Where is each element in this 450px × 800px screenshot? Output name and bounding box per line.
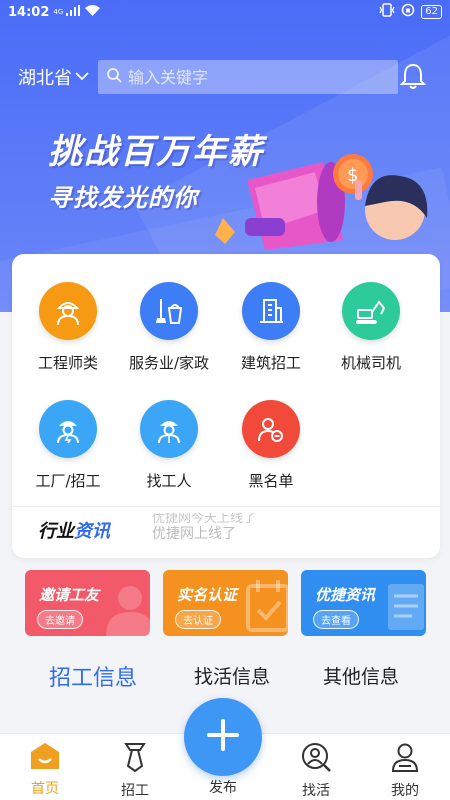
nav-home[interactable]: 首页 [15,742,75,798]
worker-icon [39,282,97,340]
category-engineer[interactable]: 工程师类 [15,282,121,373]
publish-label: 发布 [209,780,237,796]
header-bar: 湖北省 [0,58,450,96]
promo-button[interactable]: 去认证 [175,610,221,629]
province-label: 湖北省 [18,68,72,89]
info-tabs: 招工信息 找活信息 其他信息 [0,656,450,696]
signal-icon [66,4,81,20]
invite-decoration [106,586,150,636]
search-person-icon [300,743,332,776]
category-machinery[interactable]: 机械司机 [318,282,424,373]
promo-verify[interactable]: 实名认证 去认证 [163,570,288,636]
news-title-part1: 行业 [38,521,74,542]
search-input[interactable] [128,67,378,87]
vibrate-icon [379,3,395,21]
nav-find-work[interactable]: 找活 [286,742,346,800]
banner-subtitle: 寻找发光的你 [48,184,198,212]
category-blacklist[interactable]: 黑名单 [218,400,324,491]
status-bar: 14:02 4G 62 [0,0,450,24]
tie-icon [120,743,150,776]
alarm-icon [401,3,415,21]
search-box[interactable] [98,60,398,94]
category-label: 找工人 [146,472,192,490]
nav-label: 首页 [31,781,59,797]
promo-title: 实名认证 [177,586,238,604]
news-title: 行业资讯 [38,517,110,543]
plus-icon [205,717,241,757]
nav-mine[interactable]: 我的 [375,742,435,800]
cleaning-icon [140,282,198,340]
category-label: 工程师类 [37,354,98,372]
wifi-icon [85,4,101,20]
promo-button[interactable]: 去邀请 [37,610,83,629]
building-icon [242,282,300,340]
user-icon [390,743,420,776]
battery-icon: 62 [421,5,442,19]
search-icon [106,67,122,87]
category-construction[interactable]: 建筑招工 [218,282,324,373]
network-indicator: 4G [53,8,64,16]
news-title-part2: 资讯 [74,521,110,542]
category-label: 服务业/家政 [128,354,210,372]
province-selector[interactable]: 湖北省 [18,64,89,90]
chevron-down-icon [75,65,89,86]
calendar-decoration [246,580,288,632]
category-card: 工程师类 服务业/家政 建筑招工 机械司机 工厂/招工 找工人 黑名单 行业资讯… [12,254,440,558]
category-service[interactable]: 服务业/家政 [116,282,222,373]
excavator-icon [342,282,400,340]
promo-button[interactable]: 去查看 [313,610,359,629]
news-ticker-item[interactable]: 优捷网上线了 [152,523,236,543]
industry-news[interactable]: 行业资讯 优捷网今天上线了 优捷网上线了 [12,506,440,548]
bell-icon[interactable] [399,62,427,94]
nav-label: 我的 [391,783,419,799]
megaphone-illustration: $ [215,154,428,250]
category-label: 工厂/招工 [35,472,101,490]
category-factory[interactable]: 工厂/招工 [15,400,121,491]
find-worker-icon [140,400,198,458]
nav-label: 找活 [302,783,330,799]
document-decoration [388,584,424,630]
promo-title: 优捷资讯 [315,586,376,604]
publish-button[interactable] [184,698,262,776]
blacklist-icon [242,400,300,458]
factory-worker-icon [39,400,97,458]
tab-recruit-info[interactable]: 招工信息 [49,660,137,692]
category-label: 黑名单 [248,472,294,490]
status-time: 14:02 [8,4,50,20]
category-label: 机械司机 [340,354,401,372]
promo-news[interactable]: 优捷资讯 去查看 [301,570,426,636]
category-label: 建筑招工 [240,354,301,372]
nav-recruit[interactable]: 招工 [105,742,165,800]
promo-title: 邀请工友 [39,586,100,604]
tab-job-info[interactable]: 找活信息 [194,662,270,689]
category-find-worker[interactable]: 找工人 [116,400,222,491]
tab-other-info[interactable]: 其他信息 [323,662,399,689]
promo-invite[interactable]: 邀请工友 去邀请 [25,570,150,636]
home-icon [29,743,61,774]
nav-label: 招工 [121,783,149,799]
